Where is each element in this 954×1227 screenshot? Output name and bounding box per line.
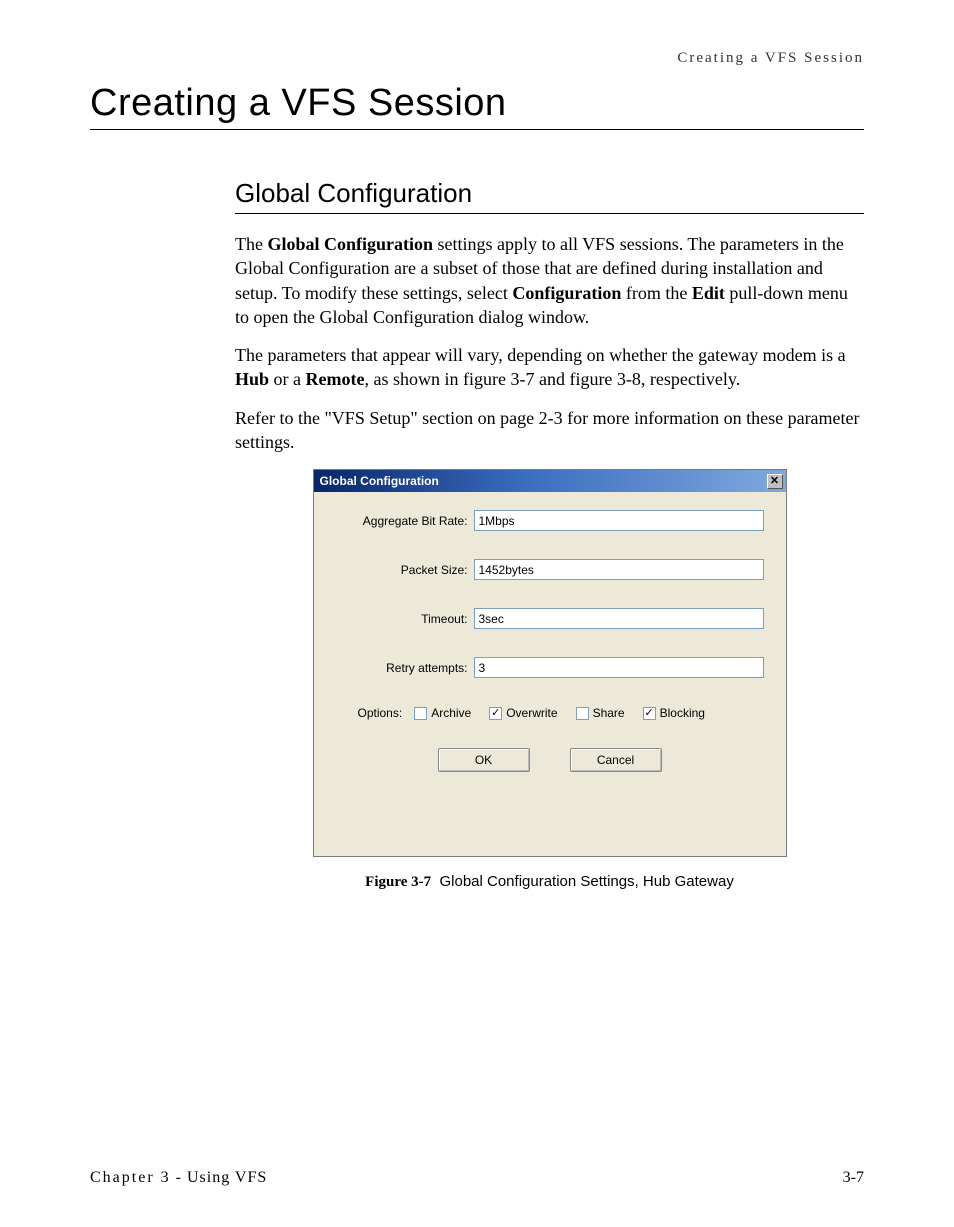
figure-caption: Figure 3-7 Global Configuration Settings… <box>235 873 864 891</box>
footer-page-number: 3-7 <box>843 1169 864 1187</box>
options-label: Options: <box>358 706 403 720</box>
archive-checkbox-label: Archive <box>431 706 471 720</box>
figure-label: Figure 3-7 <box>365 874 431 890</box>
bold-text: Remote <box>306 369 365 389</box>
dialog-title: Global Configuration <box>320 474 439 488</box>
share-checkbox[interactable] <box>576 707 589 720</box>
footer-chapter: Chapter 3 - Using VFS <box>90 1169 267 1187</box>
archive-checkbox[interactable] <box>414 707 427 720</box>
bold-text: Configuration <box>512 283 621 303</box>
bold-text: Global Configuration <box>267 234 433 254</box>
aggregate-bitrate-input[interactable] <box>474 510 764 531</box>
paragraph-1: The Global Configuration settings apply … <box>235 232 864 329</box>
retry-attempts-label: Retry attempts: <box>336 661 474 675</box>
running-header: Creating a VFS Session <box>90 50 864 67</box>
archive-checkbox-group: Archive <box>414 706 471 720</box>
retry-attempts-row: Retry attempts: <box>336 657 764 678</box>
packet-size-row: Packet Size: <box>336 559 764 580</box>
bold-text: Hub <box>235 369 269 389</box>
ok-button[interactable]: OK <box>438 748 530 772</box>
aggregate-bitrate-row: Aggregate Bit Rate: <box>336 510 764 531</box>
packet-size-label: Packet Size: <box>336 563 474 577</box>
share-checkbox-label: Share <box>593 706 625 720</box>
overwrite-checkbox[interactable]: ✓ <box>489 707 502 720</box>
figure-text: Global Configuration Settings, Hub Gatew… <box>439 873 733 890</box>
aggregate-bitrate-label: Aggregate Bit Rate: <box>336 514 474 528</box>
text: The parameters that appear will vary, de… <box>235 345 846 365</box>
dialog-titlebar: Global Configuration ✕ <box>314 470 786 492</box>
blocking-checkbox-label: Blocking <box>660 706 705 720</box>
button-row: OK Cancel <box>336 748 764 772</box>
page-footer: Chapter 3 - Using VFS 3-7 <box>90 1169 864 1187</box>
timeout-input[interactable] <box>474 608 764 629</box>
text: , as shown in figure 3-7 and figure 3-8,… <box>364 369 740 389</box>
timeout-label: Timeout: <box>336 612 474 626</box>
paragraph-2: The parameters that appear will vary, de… <box>235 343 864 392</box>
text: The <box>235 234 267 254</box>
footer-chapter-title: - Using VFS <box>171 1169 268 1186</box>
footer-chapter-prefix: Chapter 3 <box>90 1169 171 1186</box>
blocking-checkbox[interactable]: ✓ <box>643 707 656 720</box>
overwrite-checkbox-group: ✓ Overwrite <box>489 706 557 720</box>
content-block: Global Configuration The Global Configur… <box>235 178 864 891</box>
options-row: Options: Archive ✓ Overwrite Share <box>336 706 764 720</box>
text: or a <box>269 369 305 389</box>
dialog-body: Aggregate Bit Rate: Packet Size: Timeout… <box>314 492 786 786</box>
close-icon: ✕ <box>770 476 779 487</box>
page-title: Creating a VFS Session <box>90 82 864 130</box>
bold-text: Edit <box>692 283 725 303</box>
timeout-row: Timeout: <box>336 608 764 629</box>
dialog-container: Global Configuration ✕ Aggregate Bit Rat… <box>235 469 864 857</box>
global-configuration-dialog: Global Configuration ✕ Aggregate Bit Rat… <box>313 469 787 857</box>
share-checkbox-group: Share <box>576 706 625 720</box>
paragraph-3: Refer to the "VFS Setup" section on page… <box>235 406 864 455</box>
section-heading: Global Configuration <box>235 178 864 214</box>
text: from the <box>621 283 691 303</box>
blocking-checkbox-group: ✓ Blocking <box>643 706 705 720</box>
overwrite-checkbox-label: Overwrite <box>506 706 557 720</box>
retry-attempts-input[interactable] <box>474 657 764 678</box>
cancel-button[interactable]: Cancel <box>570 748 662 772</box>
packet-size-input[interactable] <box>474 559 764 580</box>
close-button[interactable]: ✕ <box>767 474 783 489</box>
